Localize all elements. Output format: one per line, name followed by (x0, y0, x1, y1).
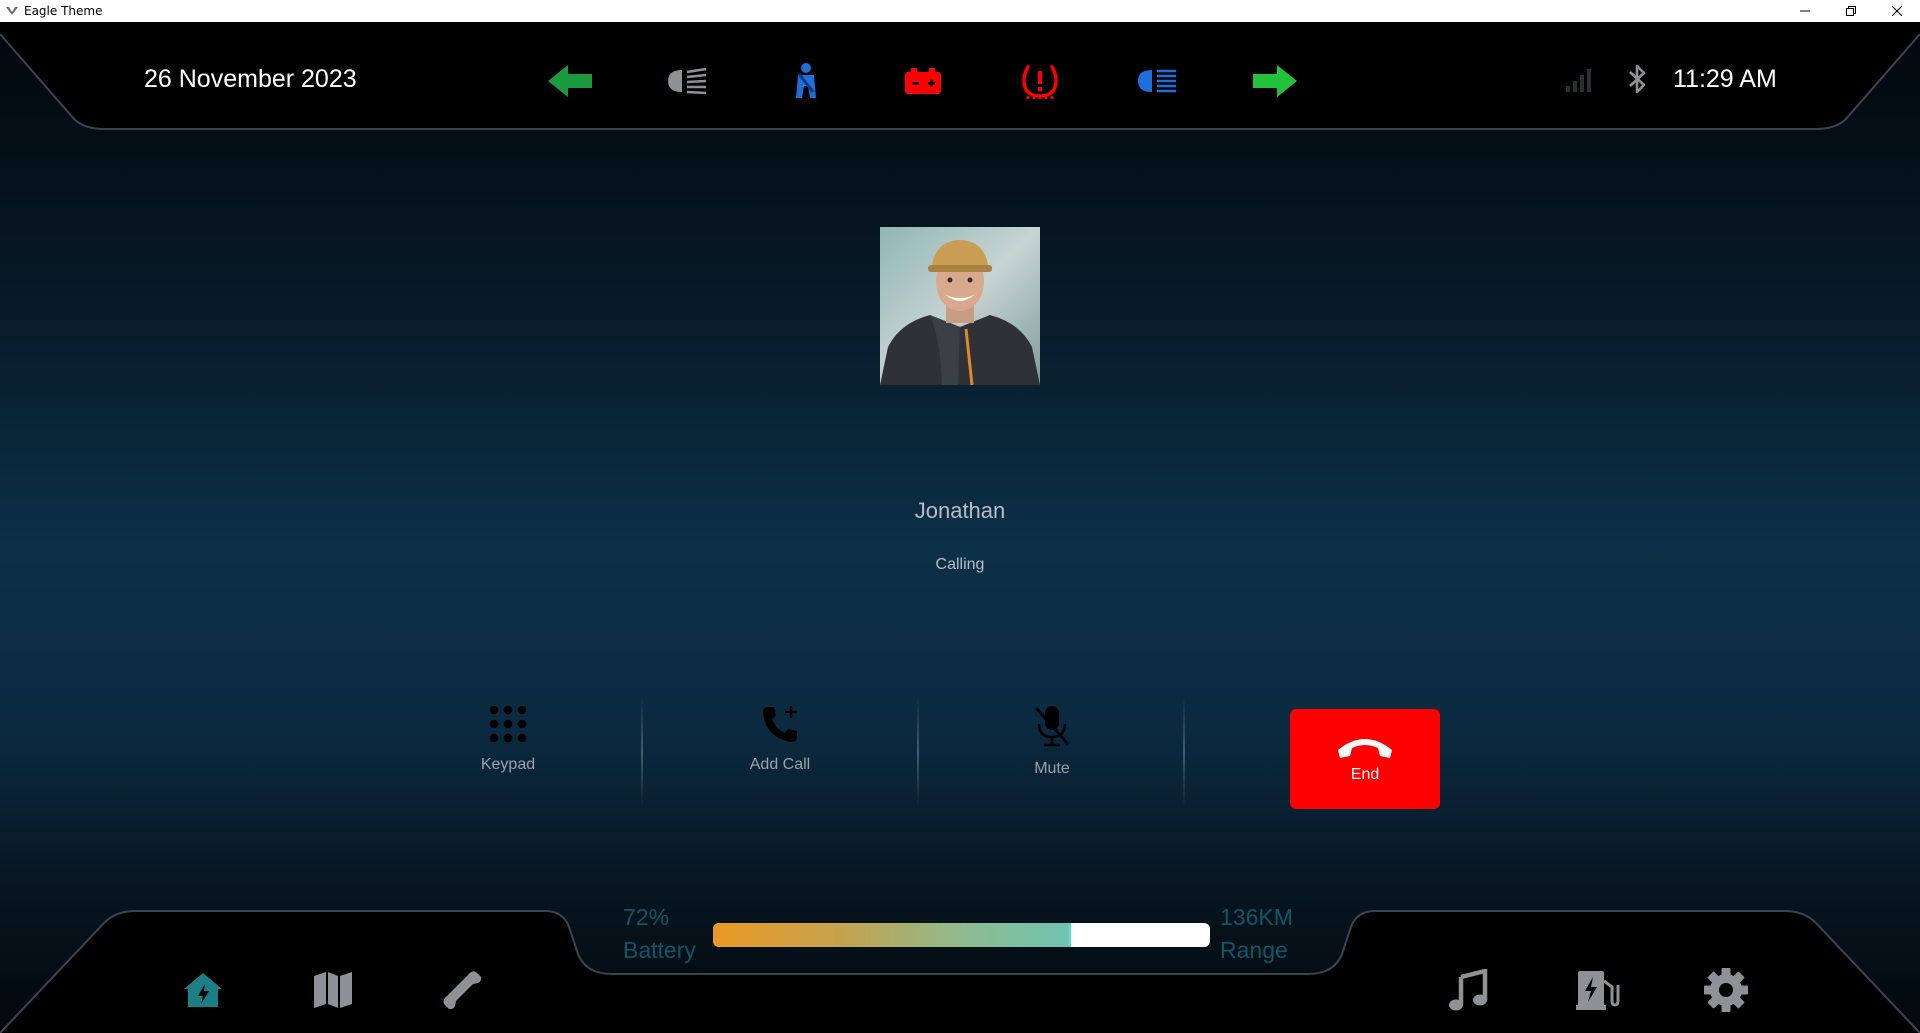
home-icon (184, 973, 222, 1007)
date-display: 26 November 2023 (144, 65, 357, 93)
contact-photo (880, 227, 1040, 385)
range-label: Range (1220, 937, 1288, 963)
battery-level-fill (713, 923, 1071, 947)
action-divider (641, 697, 643, 807)
mute-label: Mute (1034, 760, 1070, 777)
seatbelt-warning-icon (780, 59, 832, 103)
keypad-label: Keypad (480, 756, 536, 773)
mute-button[interactable]: Mute (982, 704, 1122, 804)
battery-percent: 72% (623, 904, 670, 930)
add-call-icon (763, 706, 797, 742)
dashboard: 26 November 2023 11:29 AM Jonathan Calli… (0, 22, 1920, 1033)
call-status: Calling (935, 556, 985, 573)
range-value: 136KM (1220, 904, 1293, 930)
signal-bars-icon (1566, 69, 1591, 92)
keypad-button[interactable]: Keypad (438, 704, 578, 804)
window-title-bar: Eagle Theme (0, 0, 1920, 22)
headlight-high-beam-icon (1131, 59, 1183, 103)
turn-left-arrow-icon (544, 59, 596, 103)
music-nav-button[interactable] (1440, 962, 1496, 1018)
end-call-label: End (1350, 766, 1380, 783)
add-call-label: Add Call (749, 756, 811, 773)
home-nav-button[interactable] (175, 962, 231, 1018)
window-title: Eagle Theme (24, 4, 103, 18)
close-button[interactable] (1874, 0, 1920, 22)
minimize-button[interactable] (1782, 0, 1828, 22)
charging-nav-button[interactable] (1570, 962, 1626, 1018)
caller-name: Jonathan (914, 498, 1006, 523)
app-logo-icon (6, 7, 18, 15)
headlight-low-beam-icon (661, 59, 713, 103)
settings-nav-button[interactable] (1698, 962, 1754, 1018)
action-divider (917, 697, 919, 807)
battery-label: Battery (623, 937, 696, 963)
music-icon (1449, 969, 1488, 1011)
minimize-icon (1800, 10, 1810, 12)
bottom-nav-frame (0, 910, 1920, 1033)
ev-charger-icon (1576, 971, 1620, 1010)
map-icon (314, 972, 352, 1008)
battery-level-bar (713, 923, 1210, 947)
restore-button[interactable] (1828, 0, 1874, 22)
window-controls (1782, 0, 1920, 22)
hang-up-icon (1338, 739, 1392, 758)
microphone-muted-icon (1034, 706, 1070, 747)
add-call-button[interactable]: Add Call (710, 704, 850, 804)
phone-nav-button[interactable] (434, 962, 490, 1018)
close-icon (1892, 6, 1902, 16)
end-call-button[interactable]: End (1290, 709, 1440, 809)
bluetooth-icon[interactable] (1627, 63, 1649, 95)
keypad-icon (489, 705, 527, 743)
turn-right-arrow-icon (1249, 59, 1301, 103)
action-divider (1183, 697, 1185, 807)
restore-icon (1846, 6, 1856, 16)
phone-icon (443, 971, 482, 1010)
battery-level-marker (1067, 923, 1071, 947)
tire-pressure-warning-icon (1014, 59, 1066, 103)
clock-display: 11:29 AM (1673, 65, 1777, 93)
settings-gear-icon (1704, 968, 1748, 1012)
map-nav-button[interactable] (305, 962, 361, 1018)
battery-warning-icon (897, 59, 949, 103)
